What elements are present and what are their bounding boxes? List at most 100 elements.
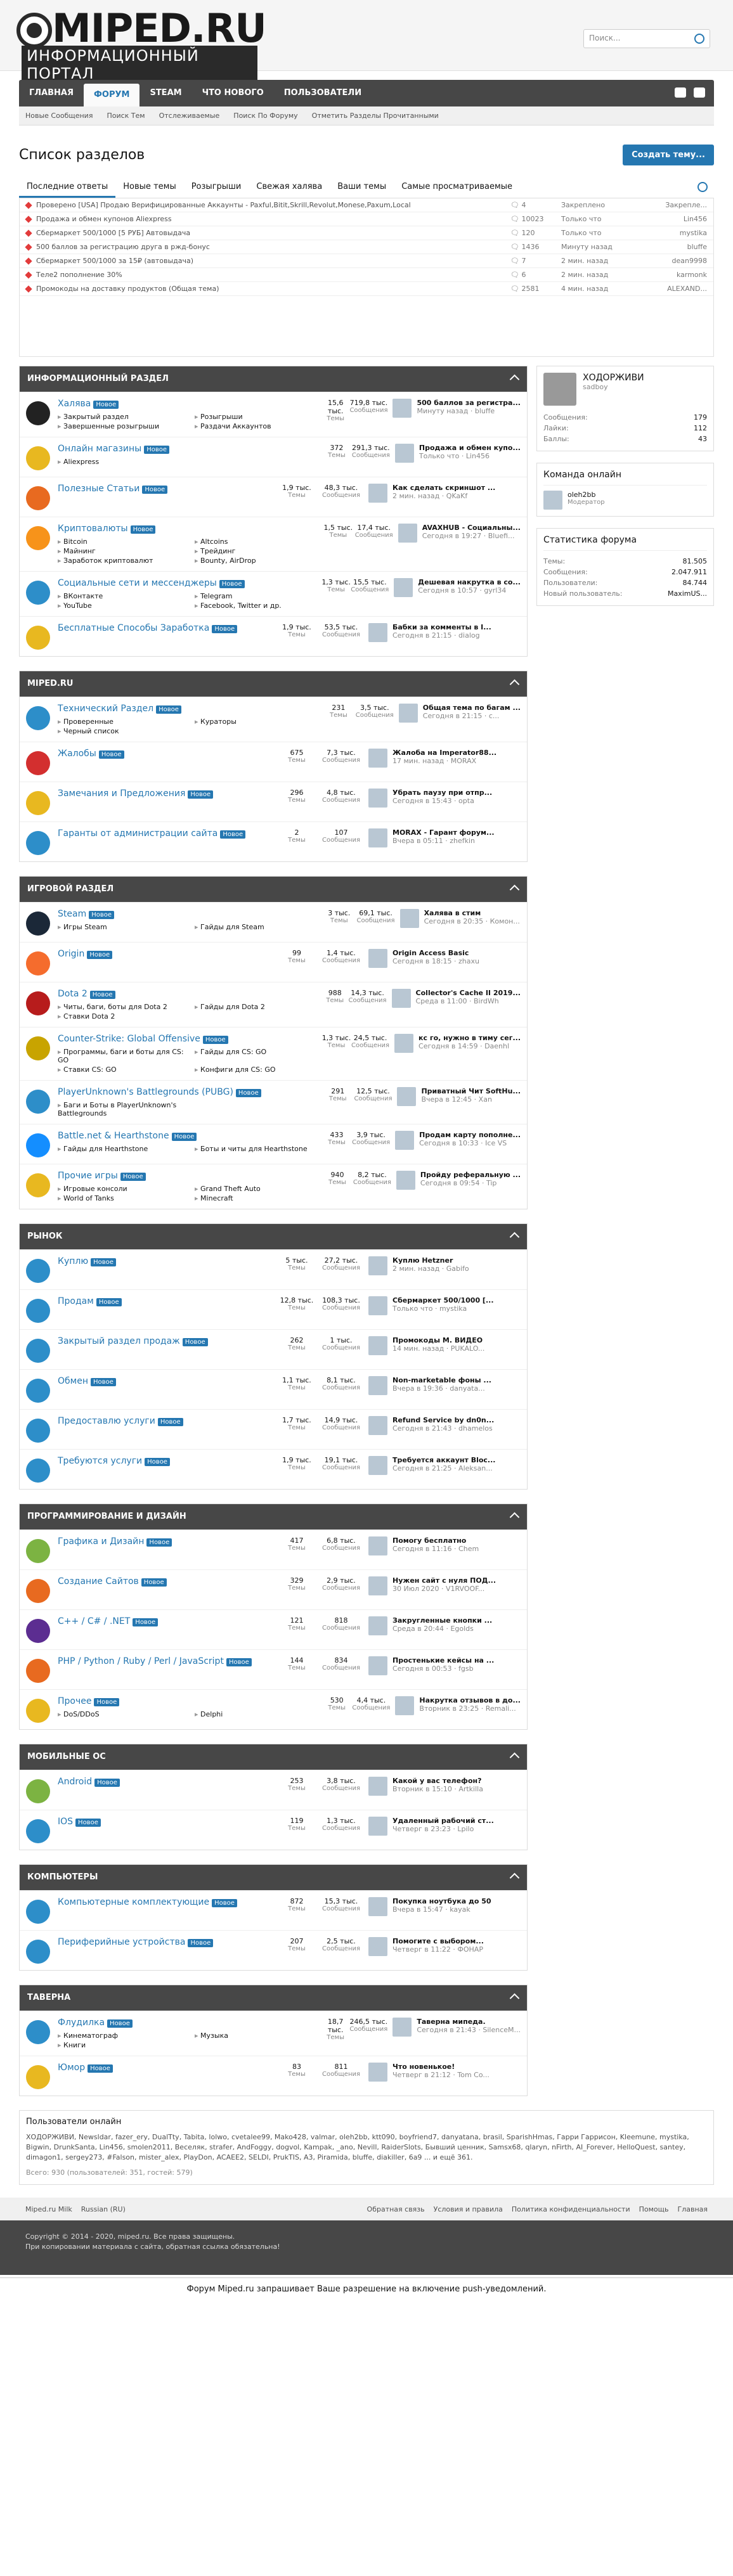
last-post-title[interactable]: Халява в стим	[424, 909, 520, 917]
forum-title[interactable]: C++ / C# / .NET Новое	[58, 1616, 275, 1626]
subnav-watched[interactable]: Отслеживаемые	[159, 112, 220, 120]
avatar[interactable]	[368, 828, 387, 847]
last-post-title[interactable]: 500 баллов за регистра...	[417, 399, 521, 407]
forum-title-text[interactable]: Battle.net & Hearthstone	[58, 1131, 169, 1141]
forum-title[interactable]: Battle.net & Hearthstone Новое	[58, 1131, 321, 1141]
category-header[interactable]: МОБИЛЬНЫЕ ОС	[20, 1744, 527, 1770]
subforum-link[interactable]: Раздачи Аккаунтов	[195, 422, 321, 430]
forum-icon[interactable]	[26, 1619, 50, 1643]
forum-icon[interactable]	[26, 1539, 50, 1563]
category-header[interactable]: РЫНОК	[20, 1224, 527, 1249]
forum-icon[interactable]	[26, 1659, 50, 1683]
category-header[interactable]: КОМПЬЮТЕРЫ	[20, 1865, 527, 1890]
subforum-link[interactable]: Altcoins	[195, 538, 321, 546]
forum-title-text[interactable]: C++ / C# / .NET	[58, 1616, 130, 1626]
tab-giveaways[interactable]: Розыгрыши	[184, 177, 249, 198]
avatar[interactable]	[368, 2063, 387, 2082]
forum-icon[interactable]	[26, 1339, 50, 1363]
avatar[interactable]	[392, 399, 412, 418]
forum-title[interactable]: Периферийные устройства Новое	[58, 1937, 275, 1947]
subnav-search-forums[interactable]: Поиск По Форуму	[233, 112, 297, 120]
forum-icon[interactable]	[26, 1173, 50, 1197]
avatar[interactable]	[392, 2018, 412, 2037]
avatar[interactable]	[394, 444, 414, 463]
avatar[interactable]	[399, 909, 419, 928]
subnav-mark-read[interactable]: Отметить Разделы Прочитанными	[312, 112, 439, 120]
forum-title[interactable]: Компьютерные комплектующие Новое	[58, 1897, 275, 1907]
create-thread-button[interactable]: Создать тему...	[623, 145, 714, 165]
forum-title-text[interactable]: Периферийные устройства	[58, 1937, 185, 1947]
forum-icon[interactable]	[26, 486, 50, 510]
last-post-title[interactable]: Non-marketable фоны ...	[392, 1376, 491, 1384]
forum-icon[interactable]	[26, 1940, 50, 1964]
thread-author[interactable]: dean9998	[656, 257, 707, 265]
last-post-title[interactable]: Накрутка отзывов в до...	[419, 1696, 521, 1704]
footer-link-terms[interactable]: Условия и правила	[434, 2205, 503, 2213]
footer-link-contact[interactable]: Обратная связь	[367, 2205, 425, 2213]
last-post-title[interactable]: Промокоды М. ВИДЕО	[392, 1336, 484, 1344]
subforum-link[interactable]: Telegram	[195, 592, 321, 600]
avatar[interactable]	[368, 1376, 387, 1395]
thread-author[interactable]: bluffe	[656, 243, 707, 251]
forum-title-text[interactable]: Юмор	[58, 2063, 85, 2073]
last-post-title[interactable]: Таверна мипеда.	[417, 2018, 521, 2026]
tab-new-threads[interactable]: Новые темы	[115, 177, 183, 198]
subforum-link[interactable]: Гайды для Hearthstone	[58, 1145, 185, 1153]
thread-author[interactable]: mystika	[656, 229, 707, 237]
subforum-link[interactable]: Bitcoin	[58, 538, 185, 546]
forum-title-text[interactable]: Продам	[58, 1296, 94, 1306]
forum-title-text[interactable]: Технический Раздел	[58, 704, 153, 714]
thread-title[interactable]: Сбермаркет 500/1000 за 15₽ (автовыдача)	[36, 257, 510, 265]
category-header[interactable]: MIPED.RU	[20, 671, 527, 697]
forum-icon[interactable]	[26, 991, 50, 1015]
subforum-link[interactable]: Черный список	[58, 727, 185, 735]
avatar[interactable]	[368, 1456, 387, 1475]
forum-icon[interactable]	[26, 1699, 50, 1723]
last-post-title[interactable]: Помогите с выбором...	[392, 1937, 484, 1945]
avatar[interactable]	[394, 1034, 414, 1053]
last-post-title[interactable]: Помогу бесплатно	[392, 1536, 479, 1545]
forum-icon[interactable]	[26, 1900, 50, 1924]
style-chooser[interactable]: Miped.ru Milk	[25, 2205, 72, 2213]
site-logo[interactable]: MIPED.RU ИНФОРМАЦИОННЫЙ ПОРТАЛ	[16, 9, 267, 84]
forum-title[interactable]: Предоставлю услуги Новое	[58, 1416, 275, 1426]
forum-title-text[interactable]: Социальные сети и мессенджеры	[58, 578, 217, 588]
forum-icon[interactable]	[26, 1459, 50, 1483]
subforum-link[interactable]: Гайды для Dota 2	[195, 1003, 321, 1011]
online-list[interactable]: ХОДОРЖИВИ, Newsldar, fazer_ery, DualTty,…	[26, 2132, 707, 2163]
subforum-link[interactable]: Ставки Dota 2	[58, 1012, 185, 1021]
last-post-title[interactable]: Какой у вас телефон?	[392, 1777, 483, 1785]
forum-title[interactable]: Прочее Новое	[58, 1696, 321, 1706]
avatar[interactable]	[368, 623, 387, 642]
subforum-link[interactable]: Трейдинг	[195, 547, 321, 555]
thread-author[interactable]: karmonk	[656, 271, 707, 279]
last-post-title[interactable]: Нужен сайт с нуля ПОД...	[392, 1576, 496, 1585]
avatar[interactable]	[368, 1336, 387, 1355]
forum-title[interactable]: Прочие игры Новое	[58, 1171, 321, 1181]
thread-title[interactable]: Теле2 пополнение 30%	[36, 271, 510, 279]
avatar[interactable]	[396, 1171, 415, 1190]
subforum-link[interactable]: Кураторы	[195, 718, 321, 726]
forum-icon[interactable]	[26, 1419, 50, 1443]
forum-title[interactable]: Халява Новое	[58, 399, 321, 409]
forum-title-text[interactable]: Онлайн магазины	[58, 444, 141, 454]
avatar[interactable]	[368, 949, 387, 968]
forum-title[interactable]: PlayerUnknown's Battlegrounds (PUBG) Ново…	[58, 1087, 321, 1097]
subforum-link[interactable]: YouTube	[58, 602, 185, 610]
forum-title-text[interactable]: Криптовалюты	[58, 524, 128, 534]
forum-title[interactable]: Обмен Новое	[58, 1376, 275, 1386]
forum-title[interactable]: IOS Новое	[58, 1817, 275, 1827]
last-post-title[interactable]: Продажа и обмен купо...	[419, 444, 521, 452]
subforum-link[interactable]: Закрытый раздел	[58, 413, 185, 421]
subforum-link[interactable]: Майнинг	[58, 547, 185, 555]
avatar[interactable]	[368, 1777, 387, 1796]
footer-link-home[interactable]: Главная	[677, 2205, 708, 2213]
category-header[interactable]: ПРОГРАММИРОВАНИЕ И ДИЗАЙН	[20, 1504, 527, 1530]
last-post-title[interactable]: Как сделать скриншот ...	[392, 484, 495, 492]
thread-row[interactable]: Сбермаркет 500/1000 за 15₽ (автовыдача) 🗨…	[20, 254, 713, 268]
subforum-link[interactable]: Заработок криптовалют	[58, 557, 185, 565]
forum-title-text[interactable]: Обмен	[58, 1376, 88, 1386]
subforum-link[interactable]: Баги и Боты в PlayerUnknown's Battlegrou…	[58, 1101, 185, 1117]
footer-link-privacy[interactable]: Политика конфиденциальности	[512, 2205, 630, 2213]
forum-title[interactable]: Бесплатные Способы Заработка Новое	[58, 623, 275, 633]
